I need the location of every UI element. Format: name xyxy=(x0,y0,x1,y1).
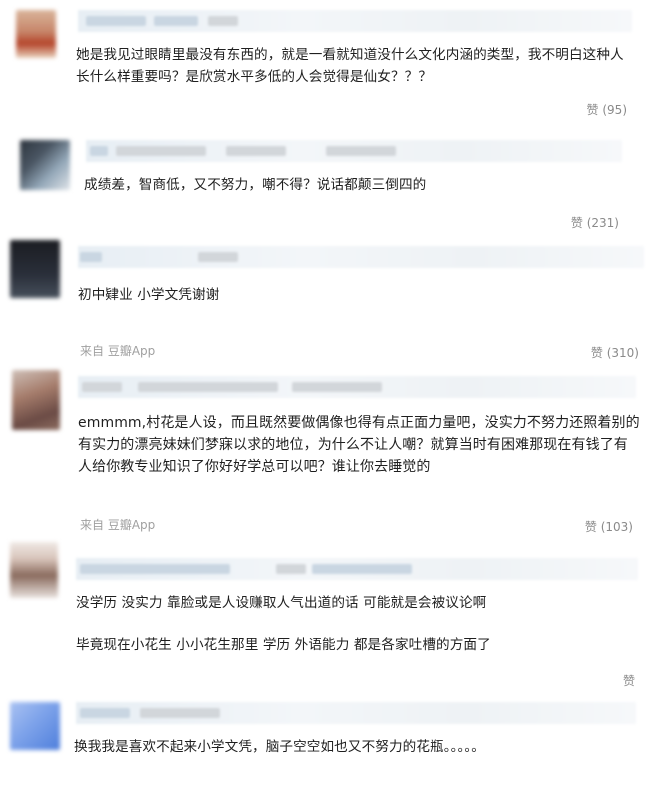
username-blurred[interactable] xyxy=(76,558,638,580)
username-blurred[interactable] xyxy=(78,376,636,398)
username-blurred[interactable] xyxy=(78,246,644,268)
avatar[interactable] xyxy=(16,10,56,58)
comment-item: 成绩差，智商低，又不努力，嘲不得？说话都颠三倒四的 赞 (231) xyxy=(0,130,655,238)
like-button[interactable]: 赞 (231) xyxy=(571,214,619,231)
like-button[interactable]: 赞 (310) xyxy=(591,344,639,361)
comment-text: 成绩差，智商低，又不努力，嘲不得？说话都颠三倒四的 xyxy=(84,177,427,193)
comment-text: 没学历 没实力 靠脸或是人设赚取人气出道的话 可能就是会被议论啊 xyxy=(76,595,487,611)
comment-item: emmmm,村花是人设，而且既然要做偶像也得有点正面力量吧，没实力不努力还照着别… xyxy=(0,366,655,538)
comment-item: 初中肄业 小学文凭谢谢 来自 豆瓣App 赞 (310) xyxy=(0,238,655,366)
username-blurred[interactable] xyxy=(86,140,622,162)
source-label: 来自 豆瓣App xyxy=(80,518,156,532)
comment-text: 毕竟现在小花生 小小花生那里 学历 外语能力 都是各家吐槽的方面了 xyxy=(76,637,491,653)
avatar[interactable] xyxy=(20,140,70,190)
username-blurred[interactable] xyxy=(76,702,636,724)
comment-item: 没学历 没实力 靠脸或是人设赚取人气出道的话 可能就是会被议论啊 毕竟现在小花生… xyxy=(0,538,655,696)
like-button[interactable]: 赞 (103) xyxy=(585,518,633,535)
avatar[interactable] xyxy=(10,702,60,750)
like-button[interactable]: 赞 xyxy=(623,672,635,689)
avatar[interactable] xyxy=(10,542,58,598)
comment-text: 她是我见过眼睛里最没有东西的，就是一看就知道没什么文化内涵的类型，我不明白这种人… xyxy=(76,47,624,85)
source-label: 来自 豆瓣App xyxy=(80,344,156,358)
comment-item: 她是我见过眼睛里最没有东西的，就是一看就知道没什么文化内涵的类型，我不明白这种人… xyxy=(0,0,655,130)
comment-text: 换我我是喜欢不起来小学文凭，脑子空空如也又不努力的花瓶。。。。。 xyxy=(74,739,485,755)
like-button[interactable]: 赞 (95) xyxy=(587,101,627,118)
avatar[interactable] xyxy=(12,370,60,430)
comment-text: 初中肄业 小学文凭谢谢 xyxy=(78,287,220,303)
comment-text: emmmm,村花是人设，而且既然要做偶像也得有点正面力量吧，没实力不努力还照着别… xyxy=(78,415,640,475)
comment-item: 换我我是喜欢不起来小学文凭，脑子空空如也又不努力的花瓶。。。。。 xyxy=(0,696,655,795)
username-blurred[interactable] xyxy=(78,10,632,32)
avatar[interactable] xyxy=(10,240,60,298)
